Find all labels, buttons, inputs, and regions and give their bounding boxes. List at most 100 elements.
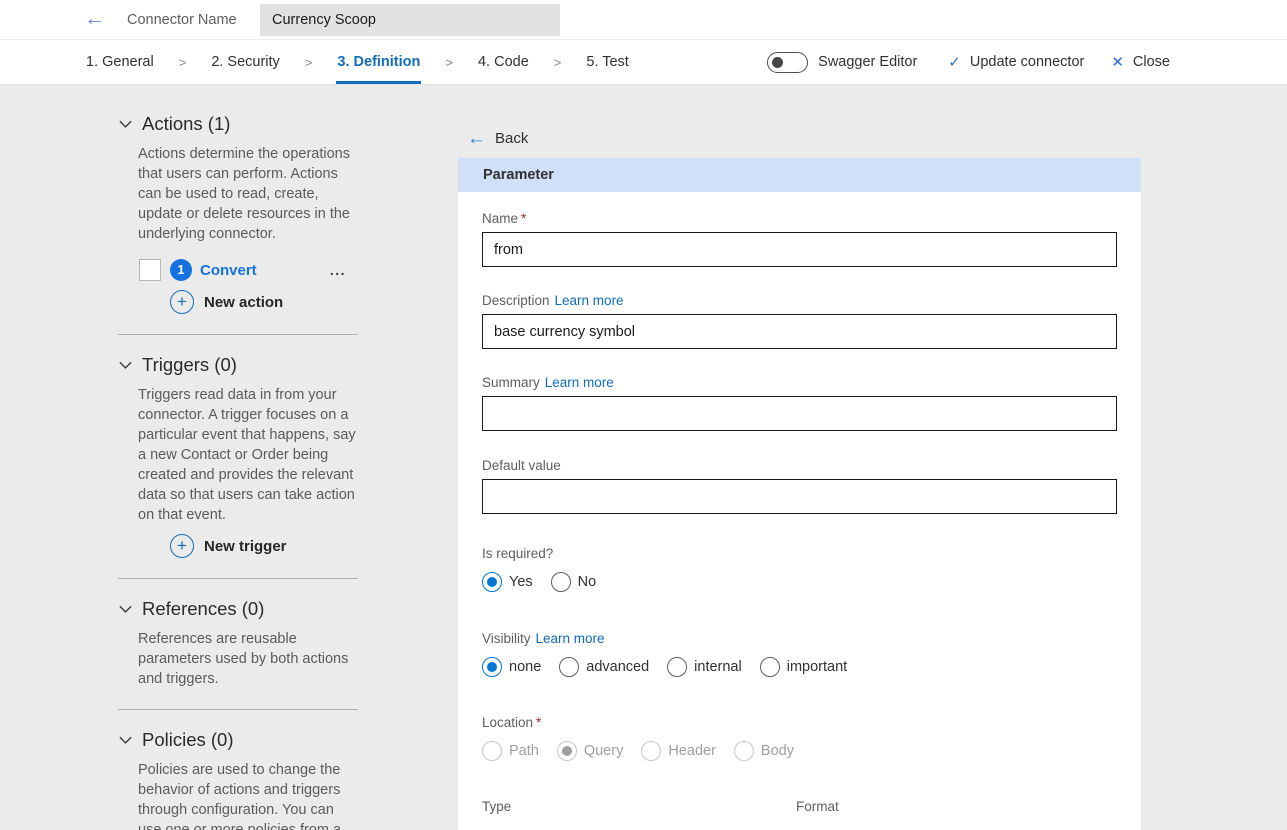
definition-sidebar: Actions (1) Actions determine the operat… (118, 113, 358, 830)
chevron-down-icon (118, 117, 133, 132)
radio-circle-icon[interactable] (559, 657, 579, 677)
triggers-section-header[interactable]: Triggers (0) (118, 354, 358, 376)
radio-option-no[interactable]: No (551, 572, 597, 592)
step-tabs: 1. General >2. Security >3. Definition >4. … (86, 40, 629, 84)
radio-option-internal[interactable]: internal (667, 657, 742, 677)
format-field-label: Format (796, 799, 839, 814)
action-checkbox[interactable] (139, 259, 161, 281)
description-input[interactable] (482, 314, 1117, 349)
radio-option-advanced[interactable]: advanced (559, 657, 649, 677)
location-radio-group: PathQueryHeaderBody (482, 741, 1117, 761)
radio-option-label: internal (694, 659, 742, 675)
plus-circle-icon: + (170, 534, 194, 558)
learn-more-link[interactable]: Learn more (545, 375, 614, 390)
visibility-field-label: VisibilityLearn more (482, 631, 1117, 646)
tab-2-security[interactable]: 2. Security (211, 40, 280, 84)
visibility-field-group: VisibilityLearn more none advanced interna… (482, 631, 1117, 677)
triggers-section: Triggers (0) Triggers read data in from … (118, 354, 358, 558)
radio-option-label: important (787, 659, 847, 675)
more-options-icon[interactable]: ... (330, 262, 346, 278)
new-action-button[interactable]: + New action (170, 290, 358, 314)
references-section-title: References (0) (142, 598, 264, 620)
radio-circle-icon[interactable] (482, 572, 502, 592)
location-field-group: Location* PathQueryHeaderBody (482, 715, 1117, 761)
action-item-label[interactable]: Convert (200, 262, 257, 279)
label-text: Default value (482, 458, 561, 473)
connector-name-label: Connector Name (127, 12, 237, 28)
radio-option-query: Query (557, 741, 624, 761)
app-topbar: ← Connector Name (0, 0, 1287, 40)
radio-circle-icon[interactable] (667, 657, 687, 677)
triggers-section-description: Triggers read data in from your connecto… (138, 385, 358, 525)
label-text: Location (482, 715, 533, 730)
plus-circle-icon: + (170, 290, 194, 314)
radio-option-label: Yes (509, 574, 533, 590)
required-asterisk: * (536, 715, 541, 730)
back-arrow-icon[interactable]: ← (84, 7, 105, 31)
chevron-right-icon: > (305, 55, 313, 70)
parameter-form: Name* DescriptionLearn more SummaryLearn… (458, 211, 1141, 814)
swagger-editor-toggle[interactable] (767, 52, 808, 73)
actions-section-header[interactable]: Actions (1) (118, 113, 358, 135)
learn-more-link[interactable]: Learn more (555, 293, 624, 308)
radio-circle-icon (734, 741, 754, 761)
radio-circle-icon[interactable] (760, 657, 780, 677)
page-body: Actions (1) Actions determine the operat… (0, 85, 1287, 830)
label-text: Summary (482, 375, 540, 390)
references-section-header[interactable]: References (0) (118, 598, 358, 620)
panel-back-button[interactable]: ← Back (467, 129, 528, 148)
tab-4-code[interactable]: 4. Code (478, 40, 529, 84)
close-button[interactable]: ✕ Close (1111, 53, 1170, 71)
sidebar-divider (118, 709, 358, 710)
radio-circle-icon[interactable] (551, 572, 571, 592)
actions-section-title: Actions (1) (142, 113, 230, 135)
references-section: References (0) References are reusable p… (118, 598, 358, 689)
policies-section-header[interactable]: Policies (0) (118, 729, 358, 751)
radio-option-none[interactable]: none (482, 657, 541, 677)
label-text: Description (482, 293, 550, 308)
radio-option-path: Path (482, 741, 539, 761)
connector-name-input[interactable] (260, 4, 560, 36)
tab-5-test[interactable]: 5. Test (586, 40, 628, 84)
actions-section-description: Actions determine the operations that us… (138, 144, 358, 244)
chevron-right-icon: > (554, 55, 562, 70)
close-label: Close (1133, 54, 1170, 70)
radio-circle-icon (557, 741, 577, 761)
visibility-radio-group: none advanced internal important (482, 657, 1117, 677)
references-section-description: References are reusable parameters used … (138, 629, 358, 689)
actions-section: Actions (1) Actions determine the operat… (118, 113, 358, 314)
action-item-convert[interactable]: 1 Convert ... (139, 259, 358, 281)
tab-3-definition[interactable]: 3. Definition (337, 40, 420, 84)
label-text: Is required? (482, 546, 553, 561)
chevron-right-icon: > (179, 55, 187, 70)
default-value-field-label: Default value (482, 458, 1117, 473)
radio-option-label: Path (509, 743, 539, 759)
is-required-field-label: Is required? (482, 546, 1117, 561)
new-trigger-button[interactable]: + New trigger (170, 534, 358, 558)
format-field-group: Format (796, 799, 839, 814)
type-format-row: Type Format (482, 799, 1117, 814)
radio-circle-icon[interactable] (482, 657, 502, 677)
radio-option-yes[interactable]: Yes (482, 572, 533, 592)
triggers-section-title: Triggers (0) (142, 354, 237, 376)
sidebar-divider (118, 578, 358, 579)
name-input[interactable] (482, 232, 1117, 267)
default-value-input[interactable] (482, 479, 1117, 514)
is-required-field-group: Is required? Yes No (482, 546, 1117, 592)
close-icon: ✕ (1111, 53, 1124, 71)
parameter-panel-header: Parameter (458, 158, 1141, 192)
checkmark-icon: ✓ (948, 53, 961, 71)
toggle-knob-icon (772, 57, 783, 68)
learn-more-link[interactable]: Learn more (536, 631, 605, 646)
update-connector-button[interactable]: ✓ Update connector (948, 53, 1084, 71)
back-arrow-icon: ← (467, 129, 486, 148)
summary-input[interactable] (482, 396, 1117, 431)
radio-circle-icon (482, 741, 502, 761)
radio-option-header: Header (641, 741, 716, 761)
chevron-down-icon (118, 733, 133, 748)
new-trigger-label: New trigger (204, 538, 287, 555)
default-value-field-group: Default value (482, 458, 1117, 514)
tab-1-general[interactable]: 1. General (86, 40, 154, 84)
policies-section-title: Policies (0) (142, 729, 234, 751)
radio-option-important[interactable]: important (760, 657, 847, 677)
